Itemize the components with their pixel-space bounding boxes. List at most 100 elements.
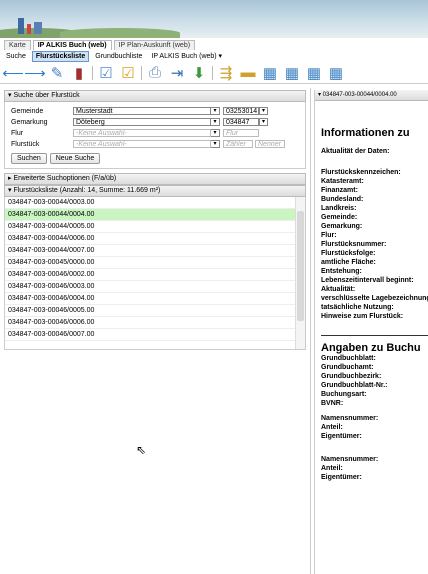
- info-label: Grundbuchbezirk:: [321, 373, 382, 380]
- tab-karte[interactable]: Karte: [4, 40, 31, 50]
- info-label: Finanzamt:: [321, 187, 358, 194]
- search-button[interactable]: Suchen: [11, 153, 47, 164]
- save-icon[interactable]: ⇥: [168, 65, 186, 82]
- list-scrollbar[interactable]: [295, 197, 305, 349]
- chevron-down-icon[interactable]: ▾: [211, 140, 220, 148]
- tab-alkis-buch[interactable]: IP ALKIS Buch (web): [32, 40, 112, 50]
- eigentuemer-2-labels: Namensnummer: Anteil: Eigentümer:: [321, 455, 423, 482]
- new-search-button[interactable]: Neue Suche: [49, 153, 101, 164]
- info-panel: ▾ 034847-003-00044/0004.00 Informationen…: [314, 90, 428, 574]
- list-panel-header[interactable]: ▾ Flurstücksliste (Anzahl: 14, Summe: 11…: [4, 185, 306, 197]
- flur-code-input[interactable]: Flur: [223, 129, 259, 137]
- chevron-down-icon[interactable]: ▾: [211, 118, 220, 126]
- list-item[interactable]: 034847-003-00045/0000.00: [5, 257, 305, 269]
- table-add-icon[interactable]: ▦: [305, 65, 323, 82]
- flurstueck-select[interactable]: -Keine Auswahl-: [73, 140, 211, 148]
- info-label: Lebenszeitintervall beginnt:: [321, 277, 414, 284]
- mouse-cursor-icon: ⇖: [136, 443, 147, 457]
- print-icon[interactable]: ⎙: [146, 64, 164, 81]
- tab-plan-auskunft[interactable]: IP Plan-Auskunft (web): [113, 40, 196, 50]
- zaehler-input[interactable]: Zähler: [223, 140, 253, 148]
- field-row-gemarkung: Gemarkung Döteberg ▾ 034847 ▾: [11, 117, 299, 127]
- info-label: Grundbuchblatt:: [321, 355, 376, 362]
- field-label: Flurstück: [11, 140, 40, 148]
- book-info-icon[interactable]: ▮: [70, 65, 88, 82]
- info-label: Bundesland:: [321, 196, 364, 203]
- eigentuemer-1-labels: Namensnummer: Anteil: Eigentümer:: [321, 414, 423, 441]
- forward-arrow-icon[interactable]: ⟶: [24, 65, 46, 82]
- flurstueck-info-labels: Flurstückskennzeichen: Katasteramt: Finanz…: [321, 168, 428, 321]
- banner-building: [27, 24, 31, 34]
- banner-building: [34, 22, 42, 34]
- info-label: Entstehung:: [321, 268, 362, 275]
- chevron-down-icon[interactable]: ▾: [211, 129, 220, 137]
- info-body: Informationen zu Aktualität der Daten: F…: [315, 127, 428, 482]
- tab-suche[interactable]: Suche: [3, 52, 29, 61]
- field-row-gemeinde: Gemeinde Musterstadt ▾ 03253014 ▾: [11, 106, 299, 116]
- info-label: Namensnummer:: [321, 456, 379, 463]
- toolbar-separator: [141, 65, 142, 80]
- panel-splitter[interactable]: [310, 88, 311, 574]
- list-item[interactable]: 034847-003-00046/0006.00: [5, 317, 305, 329]
- export-icon[interactable]: ⇶: [217, 65, 235, 82]
- list-item[interactable]: 034847-003-00044/0005.00: [5, 221, 305, 233]
- list-item[interactable]: 034847-003-00044/0004.00: [5, 209, 305, 221]
- list-item[interactable]: 034847-003-00044/0006.00: [5, 233, 305, 245]
- doc-check-orange-icon[interactable]: ☑: [119, 65, 137, 82]
- info-label: Anteil:: [321, 424, 343, 431]
- field-label: Flur: [11, 129, 24, 137]
- chevron-down-icon[interactable]: ▾: [259, 118, 268, 126]
- list-item[interactable]: 034847-003-00046/0004.00: [5, 293, 305, 305]
- extended-options-header[interactable]: ▸ Erweiterte Suchoptionen (F/a/üb): [4, 173, 306, 185]
- chevron-down-icon[interactable]: ▾: [259, 107, 268, 115]
- nenner-input[interactable]: Nenner: [255, 140, 285, 148]
- info-label: Aktualität:: [321, 286, 356, 293]
- tab-alkis-buch-menu[interactable]: IP ALKIS Buch (web) ▾: [148, 52, 225, 61]
- banner-building: [18, 18, 24, 34]
- field-label: Gemarkung: [11, 118, 48, 126]
- flur-select[interactable]: -Keine Auswahl-: [73, 129, 211, 137]
- field-label: Gemeinde: [11, 107, 44, 115]
- tab-grundbuchliste[interactable]: Grundbuchliste: [92, 52, 145, 61]
- info-label: Eigentümer:: [321, 433, 362, 440]
- banner-hill: [60, 28, 180, 38]
- gemarkung-select[interactable]: Döteberg: [73, 118, 211, 126]
- table-export-icon[interactable]: ▦: [283, 65, 301, 82]
- info-panel-tab[interactable]: ▾ 034847-003-00044/0004.00: [315, 90, 428, 101]
- field-row-flurstueck: Flurstück -Keine Auswahl- ▾ Zähler Nenne…: [11, 139, 299, 149]
- info-label: Grundbuchamt:: [321, 364, 374, 371]
- search-panel-header[interactable]: ▾ Suche über Flurstück: [4, 90, 306, 102]
- chevron-down-icon[interactable]: ▾: [211, 107, 220, 115]
- back-arrow-icon[interactable]: ⟵: [2, 65, 24, 82]
- list-item[interactable]: 034847-003-00044/0003.00: [5, 197, 305, 209]
- doc-check-icon[interactable]: ☑: [97, 65, 115, 82]
- info-label: Eigentümer:: [321, 474, 362, 481]
- field-row-flur: Flur -Keine Auswahl- ▾ Flur: [11, 128, 299, 138]
- info-label: Gemarkung:: [321, 223, 363, 230]
- aktualitaet-label: Aktualität der Daten:: [321, 148, 390, 155]
- info-label: amtliche Fläche:: [321, 259, 376, 266]
- list-item[interactable]: 034847-003-00046/0003.00: [5, 281, 305, 293]
- info-label: Grundbuchblatt-Nr.:: [321, 382, 388, 389]
- scrollbar-thumb[interactable]: [297, 211, 304, 321]
- list-item[interactable]: 034847-003-00046/0002.00: [5, 269, 305, 281]
- gemarkung-code-input[interactable]: 034847: [223, 118, 259, 126]
- download-icon[interactable]: ⬇: [190, 65, 208, 82]
- search-panel: ▾ Suche über Flurstück Gemeinde Musterst…: [4, 90, 306, 350]
- buchung-info-labels: Grundbuchblatt: Grundbuchamt: Grundbuchbez…: [321, 354, 423, 408]
- tab-flurstuecksliste[interactable]: Flurstücksliste: [31, 50, 90, 62]
- gemeinde-select[interactable]: Musterstadt: [73, 107, 211, 115]
- info-label: Landkreis:: [321, 205, 357, 212]
- gemeinde-code-input[interactable]: 03253014: [223, 107, 259, 115]
- search-buttons: Suchen Neue Suche: [11, 153, 299, 164]
- list-item[interactable]: 034847-003-00046/0005.00: [5, 305, 305, 317]
- edit-doc-icon[interactable]: ✎: [48, 65, 66, 82]
- info-label: Gemeinde:: [321, 214, 358, 221]
- grid-icon[interactable]: ▦: [261, 65, 279, 82]
- info-label: Buchungsart:: [321, 391, 367, 398]
- table-view-icon[interactable]: ▦: [327, 65, 345, 82]
- list-item[interactable]: 034847-003-00044/0007.00: [5, 245, 305, 257]
- info-label: Namensnummer:: [321, 415, 379, 422]
- list-item[interactable]: 034847-003-00046/0007.00: [5, 329, 305, 341]
- bookmark-icon[interactable]: ▬: [239, 64, 257, 81]
